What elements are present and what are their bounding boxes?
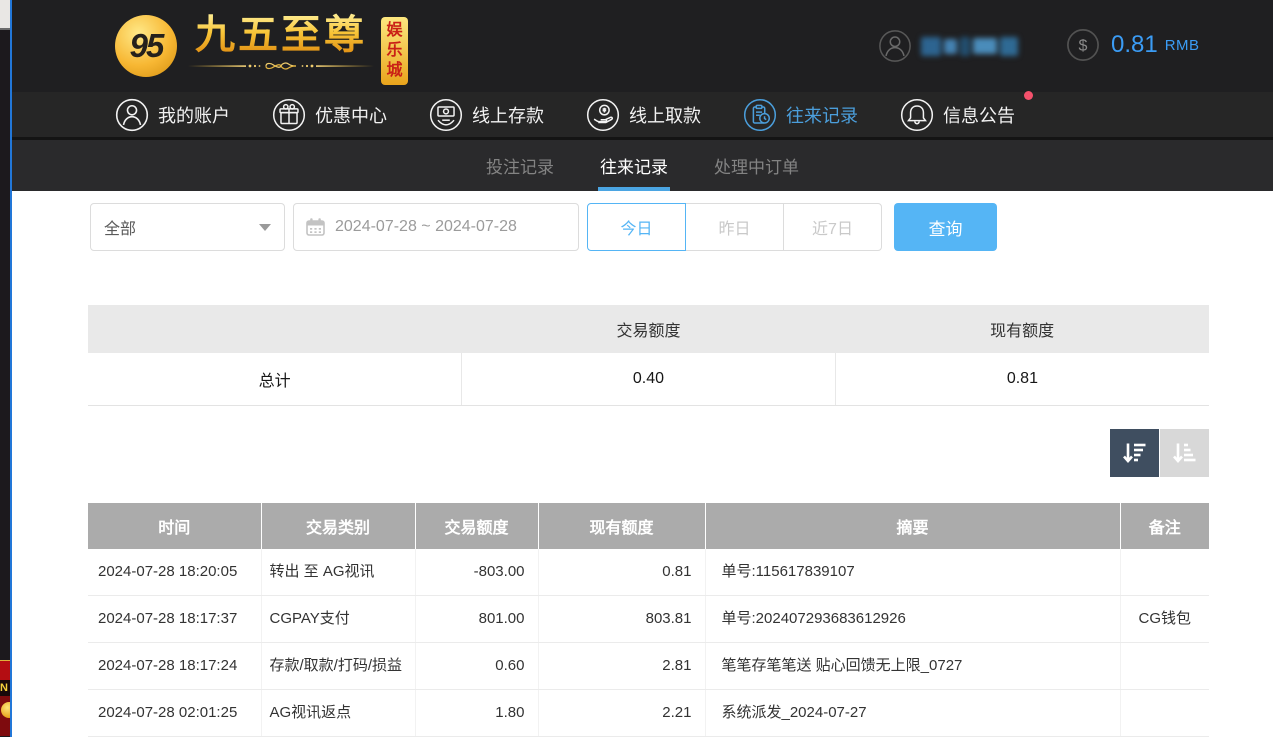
col-header-summary: 摘要 — [705, 503, 1120, 549]
summary-total-label: 总计 — [88, 353, 462, 405]
date-range-input[interactable]: 2024-07-28 ~ 2024-07-28 — [293, 203, 579, 251]
sort-controls — [88, 429, 1209, 477]
summary-header-transaction-amount: 交易额度 — [462, 305, 836, 353]
cell-time: 2024-07-28 02:01:25 — [88, 690, 261, 737]
logo-title: 九五至尊 — [195, 13, 367, 57]
left-edge-strip: N — [0, 0, 10, 737]
main-page: 95 九五至尊 — [12, 0, 1273, 737]
cell-transaction-amount: 1.80 — [415, 690, 538, 737]
cell-time: 2024-07-28 18:20:05 — [88, 549, 261, 596]
cell-type: CGPAY支付 — [261, 596, 415, 643]
content-area: 全部 2024-07-28 ~ 2024-07-28 — [12, 203, 1273, 737]
main-nav: 我的账户 优惠中心 线上存款 — [12, 92, 1273, 140]
cell-summary: 笔笔存笔笔送 贴心回馈无上限_0727 — [705, 643, 1120, 690]
range-yesterday-button[interactable]: 昨日 — [685, 203, 784, 251]
sort-desc-icon — [1121, 440, 1148, 466]
screen: N 95 九五至尊 — [0, 0, 1273, 737]
cell-transaction-amount: 801.00 — [415, 596, 538, 643]
nav-item-deposit[interactable]: 线上存款 — [429, 98, 544, 132]
cell-transaction-amount: -803.00 — [415, 549, 538, 596]
cell-current-amount: 2.81 — [538, 643, 705, 690]
cell-type: 存款/取款/打码/损益 — [261, 643, 415, 690]
user-account-chip[interactable] — [878, 29, 1018, 63]
summary-total-row: 总计 0.40 0.81 — [88, 353, 1209, 405]
table-row: 2024-07-28 18:20:05转出 至 AG视讯-803.000.81单… — [88, 549, 1209, 596]
range-today-button[interactable]: 今日 — [587, 203, 686, 251]
table-row: 2024-07-28 18:17:37CGPAY支付801.00803.81单号… — [88, 596, 1209, 643]
balance-currency: RMB — [1165, 37, 1200, 54]
cell-current-amount: 0.81 — [538, 549, 705, 596]
col-header-current-amount: 现有额度 — [538, 503, 705, 549]
subnav: 投注记录 往来记录 处理中订单 — [12, 140, 1273, 191]
table-row: 2024-07-28 18:17:24存款/取款/打码/损益0.602.81笔笔… — [88, 643, 1209, 690]
cell-type: AG视讯返点 — [261, 690, 415, 737]
window-divider-line — [10, 0, 12, 737]
tab-transaction-records[interactable]: 往来记录 — [600, 140, 668, 191]
site-logo[interactable]: 95 九五至尊 — [115, 13, 408, 85]
filter-row: 全部 2024-07-28 ~ 2024-07-28 — [90, 203, 1273, 251]
sort-asc-icon — [1171, 440, 1198, 466]
col-header-transaction-amount: 交易额度 — [415, 503, 538, 549]
col-header-time: 时间 — [88, 503, 261, 549]
site-header: 95 九五至尊 — [12, 0, 1273, 92]
cell-summary: 单号:202407293683612926 — [705, 596, 1120, 643]
cell-summary: 单号:115617839107 — [705, 549, 1120, 596]
nav-item-my-account[interactable]: 我的账户 — [115, 98, 230, 132]
cell-remark — [1120, 643, 1209, 690]
records-tbody: 2024-07-28 18:20:05转出 至 AG视讯-803.000.81单… — [88, 549, 1209, 737]
summary-header-current-amount: 现有额度 — [835, 305, 1209, 353]
dollar-coin-icon: $ — [1066, 28, 1100, 62]
withdraw-icon — [586, 98, 620, 132]
query-button[interactable]: 查询 — [894, 203, 997, 251]
username-blurred — [921, 37, 1018, 56]
left-edge-top-fragment — [0, 0, 10, 30]
svg-text:$: $ — [1079, 37, 1088, 55]
cell-time: 2024-07-28 18:17:37 — [88, 596, 261, 643]
cell-remark — [1120, 690, 1209, 737]
col-header-type: 交易类别 — [261, 503, 415, 549]
cell-transaction-amount: 0.60 — [415, 643, 538, 690]
user-avatar-icon — [878, 29, 912, 63]
promo-banner-fragment: N — [0, 660, 10, 737]
sort-ascending-button[interactable] — [1160, 429, 1209, 477]
chevron-down-icon — [259, 224, 271, 231]
cell-summary: 系统派发_2024-07-27 — [705, 690, 1120, 737]
balance-amount: 0.81 — [1111, 31, 1158, 59]
balance-chip[interactable]: $ 0.81 RMB — [1066, 28, 1200, 62]
tab-processing-orders[interactable]: 处理中订单 — [714, 140, 799, 191]
cell-current-amount: 803.81 — [538, 596, 705, 643]
gift-icon — [272, 98, 306, 132]
bell-icon — [900, 98, 934, 132]
summary-transaction-amount: 0.40 — [462, 353, 836, 405]
records-table: 时间 交易类别 交易额度 现有额度 摘要 备注 2024-07-28 18:20… — [88, 503, 1209, 737]
type-select[interactable]: 全部 — [90, 203, 285, 251]
sort-descending-button[interactable] — [1110, 429, 1159, 477]
records-icon — [743, 98, 777, 132]
nav-item-withdraw[interactable]: 线上取款 — [586, 98, 701, 132]
logo-monogram-icon: 95 — [115, 15, 177, 77]
coin-fragment-icon — [0, 696, 10, 736]
nav-item-announcements[interactable]: 信息公告 — [900, 98, 1015, 132]
summary-current-amount: 0.81 — [835, 353, 1209, 405]
summary-table: 交易额度 现有额度 总计 0.40 0.81 — [88, 305, 1209, 406]
tab-betting-records[interactable]: 投注记录 — [486, 140, 554, 191]
summary-header-empty — [88, 305, 462, 353]
nav-item-promotions[interactable]: 优惠中心 — [272, 98, 387, 132]
cell-type: 转出 至 AG视讯 — [261, 549, 415, 596]
range-last7days-button[interactable]: 近7日 — [783, 203, 882, 251]
deposit-icon — [429, 98, 463, 132]
notification-dot — [1024, 91, 1033, 100]
cell-remark — [1120, 549, 1209, 596]
nav-item-transactions[interactable]: 往来记录 — [743, 98, 858, 132]
cell-current-amount: 2.21 — [538, 690, 705, 737]
user-icon — [115, 98, 149, 132]
logo-flourish-icon — [186, 59, 376, 73]
cell-remark: CG钱包 — [1120, 596, 1209, 643]
cell-time: 2024-07-28 18:17:24 — [88, 643, 261, 690]
col-header-remark: 备注 — [1120, 503, 1209, 549]
table-row: 2024-07-28 02:01:25AG视讯返点1.802.21系统派发_20… — [88, 690, 1209, 737]
logo-badge: 娱乐城 — [381, 17, 408, 85]
calendar-icon — [305, 217, 326, 238]
quick-range-group: 今日 昨日 近7日 — [587, 203, 882, 251]
